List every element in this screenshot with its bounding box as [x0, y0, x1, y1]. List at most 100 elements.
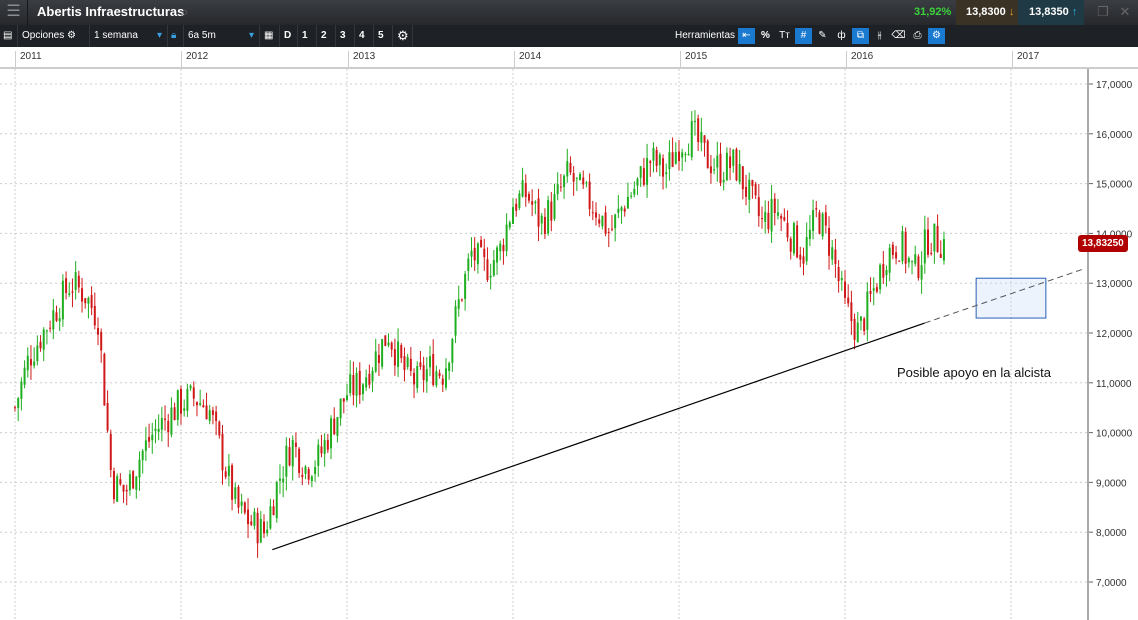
search-icon[interactable]: ⌕ [181, 4, 188, 20]
candle-up [652, 148, 655, 161]
candle-up [942, 239, 945, 261]
restore-icon[interactable]: ❐ [1094, 3, 1112, 21]
period-3[interactable]: 3 [336, 25, 355, 47]
y-tick-label: 9,0000 [1096, 478, 1127, 489]
candle-down [853, 318, 856, 340]
print-icon[interactable]: ⎙ [909, 28, 926, 44]
lock-icon[interactable]: 🔒︎ [168, 25, 184, 47]
label-icon[interactable]: ⌫ [890, 28, 907, 44]
candle-down [543, 216, 546, 234]
candle-down [604, 212, 607, 234]
candle-up [323, 440, 326, 454]
candle-up [553, 194, 556, 219]
candle-up [259, 518, 262, 543]
candle-up [176, 390, 179, 420]
period-4[interactable]: 4 [355, 25, 374, 47]
period-D[interactable]: D [280, 25, 298, 47]
candle-up [160, 418, 163, 430]
candle-up [189, 385, 192, 389]
menu-icon[interactable]: ☰ [0, 0, 28, 25]
buy-price-button[interactable]: 13,8350 ↑ [1018, 0, 1084, 25]
candle-down [844, 281, 846, 298]
candle-up [575, 177, 578, 179]
candle-down [591, 212, 594, 214]
candle-down [81, 288, 84, 302]
windows-icon[interactable]: ⧉ [852, 28, 869, 44]
candle-down [930, 252, 933, 255]
candle-down [939, 253, 942, 258]
candle-down [607, 232, 610, 234]
candle-down [480, 239, 483, 248]
candle-down [195, 402, 198, 406]
indicator-icon[interactable]: ⫳ [871, 28, 888, 44]
candle-up [674, 152, 677, 164]
candle-down [250, 521, 253, 525]
candle-down [891, 244, 894, 256]
period-5[interactable]: 5 [374, 25, 393, 47]
candle-down [180, 388, 182, 414]
candle-down [483, 248, 486, 258]
options-button[interactable]: Opciones ⚙ [18, 25, 90, 47]
candle-down [834, 249, 837, 265]
candle-down [211, 410, 214, 415]
candle-down [569, 162, 572, 173]
candle-up [128, 474, 131, 491]
text-size-icon[interactable]: Tт [776, 28, 793, 44]
candle-down [192, 387, 195, 399]
candle-up [371, 370, 374, 382]
candle-up [914, 254, 917, 264]
arrow-up-icon: ↑ [1071, 6, 1078, 18]
candle-down [780, 215, 783, 219]
price-chart[interactable]: 7,0000 8,0000 9,0000 10,0000 11,0000 12,0000 1… [0, 69, 1138, 620]
candle-up [540, 215, 543, 224]
close-icon[interactable]: ✕ [1116, 3, 1134, 21]
candle-down [882, 263, 885, 278]
percent-toggle[interactable]: % [757, 28, 774, 44]
candle-down [377, 354, 380, 364]
candle-down [898, 260, 901, 262]
candle-down [333, 418, 336, 435]
candle-up [508, 222, 511, 228]
candle-down [109, 433, 112, 470]
draw-icon[interactable]: ✎ [814, 28, 831, 44]
grid-icon[interactable]: # [795, 28, 812, 44]
y-tick-label: 10,0000 [1096, 429, 1133, 440]
candle-up [425, 369, 428, 382]
tool-settings-icon[interactable]: ⚙ [928, 28, 945, 44]
interval-select[interactable]: 1 semana ▾ [90, 25, 168, 47]
settings-gear-icon[interactable]: ⚙ [393, 25, 413, 47]
candle-down [112, 471, 115, 500]
scroll-to-end-icon[interactable]: ⇤ [738, 28, 755, 44]
candle-down [263, 521, 265, 534]
candle-down [796, 225, 799, 258]
year-label: 2014 [514, 51, 541, 69]
candle-up [808, 229, 811, 240]
candle-down [132, 471, 135, 489]
candle-up [20, 381, 23, 399]
candle-icon[interactable]: ф [833, 28, 850, 44]
candle-down [167, 420, 170, 433]
candle-up [579, 173, 582, 181]
date-axis: 2011 2012 2013 2014 2015 2016 2017 [0, 47, 1138, 69]
candle-down [623, 208, 626, 212]
sell-price-button[interactable]: 13,8300 ↓ [956, 0, 1018, 25]
candle-down [14, 407, 16, 409]
candle-down [90, 295, 93, 309]
y-tick-label: 12,0000 [1096, 329, 1133, 340]
candle-up [26, 355, 29, 371]
candle-down [754, 184, 757, 196]
candle-up [633, 189, 636, 195]
candle-down [231, 465, 234, 500]
calendar-icon[interactable]: ▦ [260, 25, 280, 47]
candle-up [626, 196, 629, 209]
period-2[interactable]: 2 [317, 25, 336, 47]
range-select[interactable]: 6a 5m ▾ [184, 25, 260, 47]
list-icon[interactable]: ▤ [0, 25, 18, 47]
candle-down [745, 186, 748, 197]
period-1[interactable]: 1 [298, 25, 317, 47]
candle-up [314, 467, 317, 474]
y-tick-label: 15,0000 [1096, 180, 1133, 191]
candle-up [888, 247, 891, 273]
candle-up [208, 410, 211, 421]
candle-down [531, 201, 534, 205]
